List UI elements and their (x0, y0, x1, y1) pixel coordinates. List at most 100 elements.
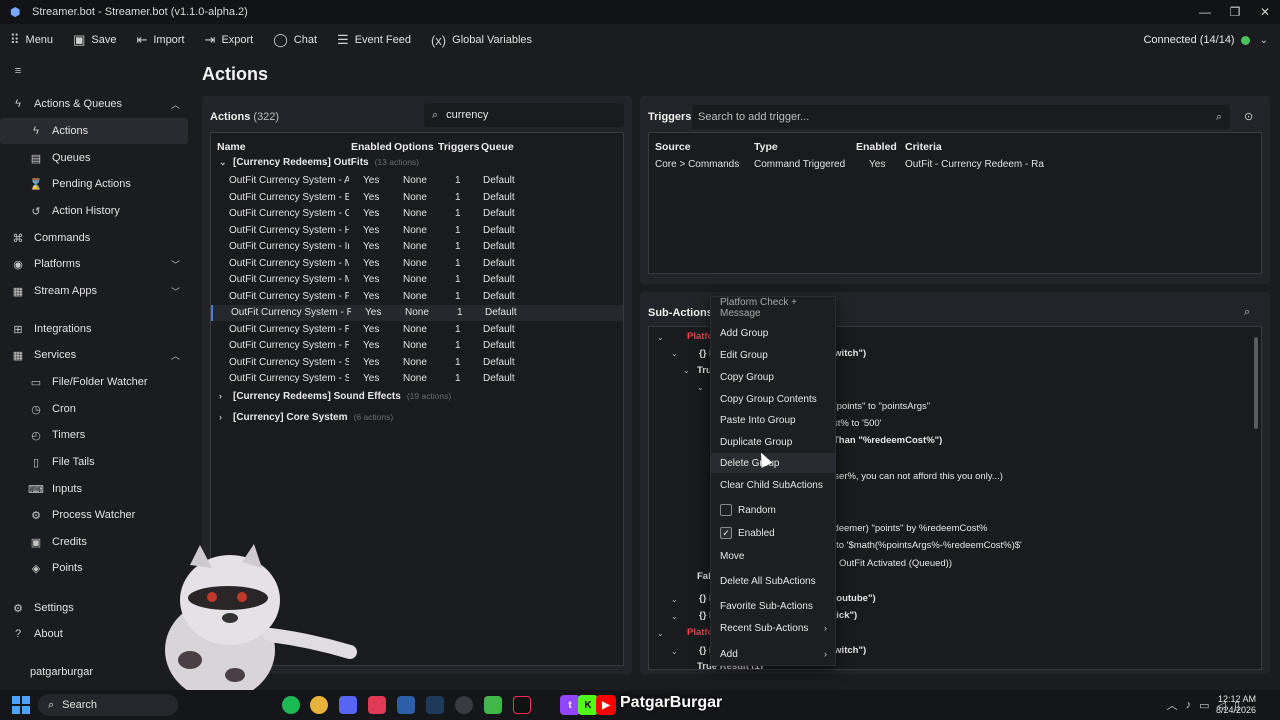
sidebar-item-stream-apps[interactable]: ▦ Stream Apps ﹀ (0, 278, 188, 304)
sidebar-item-process-watcher[interactable]: ⚙ Process Watcher (0, 502, 188, 528)
subaction-node[interactable]: user%, you can not afford this you only.… (829, 471, 1003, 482)
global-variables-button[interactable]: (x) Global Variables (421, 24, 542, 56)
sidebar-item-actions[interactable]: ϟ Actions (0, 118, 188, 144)
network-icon[interactable]: ▭ (1199, 699, 1209, 712)
maximize-button[interactable]: ❐ (1220, 0, 1250, 24)
table-row[interactable]: OutFit Currency System - Gl Yes None 1 Defau… (211, 206, 623, 222)
column-header-enabled[interactable]: Enabled (856, 141, 897, 153)
table-row[interactable]: OutFit Currency System - Sk Yes None 1 Defau… (211, 355, 623, 371)
sidebar-item-inputs[interactable]: ⌨ Inputs (0, 476, 188, 502)
subaction-node[interactable]: st% to '500' (833, 418, 882, 429)
chevron-down-icon[interactable]: ⌄ (671, 595, 678, 604)
sidebar-item-actions-queues[interactable]: ϟ Actions & Queues ︿ (0, 91, 188, 117)
sidebar-item-queues[interactable]: ▤ Queues (0, 145, 188, 171)
streamerbot-taskbar-icon[interactable] (397, 696, 415, 714)
sidebar-item-commands[interactable]: ⌘ Commands (0, 225, 188, 251)
table-row[interactable]: OutFit Currency System - Ba Yes None 1 Defau… (211, 190, 623, 206)
menu-item-move[interactable]: Move (711, 546, 835, 566)
chevron-down-icon[interactable]: ⌄ (657, 629, 664, 638)
menu-item-recent-subactions[interactable]: Recent Sub-Actions › (711, 618, 835, 638)
chevron-down-icon[interactable]: ⌄ (671, 612, 678, 621)
connection-status[interactable]: Connected (14/14) ⌄ (1143, 24, 1268, 56)
table-row[interactable]: OutFit Currency System - Ha Yes None 1 Defau… (211, 223, 623, 239)
menu-item-enabled[interactable]: ✓ Enabled (711, 523, 835, 543)
trigger-search[interactable]: ⌕ (692, 105, 1230, 129)
column-header-triggers[interactable]: Triggers (438, 141, 479, 153)
chevron-down-icon[interactable]: ⌄ (683, 366, 690, 375)
table-row[interactable]: OutFit Currency System - Ar Yes None 1 Defau… (211, 173, 623, 189)
enabled-checkbox[interactable]: ✓ (720, 527, 732, 539)
tiktok-icon[interactable] (513, 696, 531, 714)
import-button[interactable]: ⇤ Import (126, 24, 194, 56)
action-group[interactable]: ⌄ [Currency Redeems] OutFits (13 actions) (219, 154, 419, 170)
subaction-node[interactable]: youtube") (831, 593, 876, 604)
sidebar-item-cron[interactable]: ◷ Cron (0, 396, 188, 422)
scrollbar[interactable] (1254, 337, 1258, 429)
menu-item-duplicate-group[interactable]: Duplicate Group (711, 432, 835, 452)
subaction-node[interactable]: % to '$math(%pointsArgs%-%redeemCost%)$' (825, 540, 1022, 551)
action-group[interactable]: › [Currency Redeems] Sound Effects (19 act… (219, 388, 451, 404)
subaction-node[interactable]: twitch") (831, 645, 866, 656)
column-header-type[interactable]: Type (754, 141, 778, 153)
menu-item-delete-group[interactable]: Delete Group (711, 453, 835, 473)
action-group[interactable]: › [Currency] Core System (6 actions) (219, 409, 393, 425)
column-header-enabled[interactable]: Enabled (351, 141, 392, 153)
sidebar-collapse-button[interactable]: ≡ (0, 58, 40, 84)
user-name[interactable]: patgarburgar (30, 666, 93, 678)
menu-item-add[interactable]: Add › (711, 644, 835, 664)
menu-item-add-group[interactable]: Add Group (711, 323, 835, 343)
table-row[interactable]: OutFit Currency System - Ma Yes None 1 Defau… (211, 256, 623, 272)
column-header-name[interactable]: Name (217, 141, 246, 153)
column-header-queue[interactable]: Queue (481, 141, 514, 153)
chat-button[interactable]: ◯ Chat (263, 24, 327, 56)
app-icon[interactable] (484, 696, 502, 714)
visual-studio-icon[interactable] (426, 696, 444, 714)
microphone-icon[interactable]: ♪ (1186, 699, 1192, 711)
menu-item-copy-group-contents[interactable]: Copy Group Contents (711, 389, 835, 409)
app-icon[interactable] (368, 696, 386, 714)
spotify-icon[interactable] (282, 696, 300, 714)
subaction-node[interactable]: OutFit Activated (Queued)) (839, 558, 952, 569)
column-header-criteria[interactable]: Criteria (905, 141, 942, 153)
table-row[interactable]: OutFit Currency System - Po Yes None 1 Defau… (211, 289, 623, 305)
column-header-options[interactable]: Options (394, 141, 434, 153)
menu-item-random[interactable]: Random (711, 500, 835, 520)
random-checkbox[interactable] (720, 504, 732, 516)
table-row[interactable]: OutFit Currency System - Re Yes None 1 Defau… (211, 322, 623, 338)
actions-search-input[interactable] (446, 109, 624, 121)
menu-item-edit-group[interactable]: Edit Group (711, 345, 835, 365)
table-row[interactable]: OutFit Currency System - Ra Yes None 1 Defau… (211, 305, 623, 321)
taskbar-search[interactable]: ⌕ Search (38, 694, 178, 716)
settings-circle-icon[interactable]: ⊙ (1244, 110, 1253, 123)
menu-item-paste-into-group[interactable]: Paste Into Group (711, 410, 835, 430)
sidebar-item-integrations[interactable]: ⊞ Integrations (0, 316, 188, 342)
subaction-node[interactable]: twitch") (831, 348, 866, 359)
chevron-down-icon[interactable]: ⌄ (671, 647, 678, 656)
trigger-search-input[interactable] (698, 111, 1208, 123)
subaction-node[interactable]: Than "%redeemCost%") (833, 435, 942, 446)
sidebar-item-file-folder-watcher[interactable]: ▭ File/Folder Watcher (0, 369, 188, 395)
menu-item-clear-child-subactions[interactable]: Clear Child SubActions (711, 475, 835, 495)
sidebar-item-timers[interactable]: ◴ Timers (0, 422, 188, 448)
chevron-down-icon[interactable]: ⌄ (671, 349, 678, 358)
taskbar-clock[interactable]: 12:12 AM 8/24/2026 (1216, 694, 1256, 716)
export-button[interactable]: ⇥ Export (195, 24, 264, 56)
windows-start-button[interactable] (12, 696, 30, 714)
event-feed-button[interactable]: ☰ Event Feed (327, 24, 421, 56)
actions-search[interactable]: ⌕ (424, 103, 624, 127)
sidebar-item-services[interactable]: ▦ Services ︿ (0, 342, 188, 368)
save-button[interactable]: ▣ Save (63, 24, 126, 56)
table-row[interactable]: OutFit Currency System - Inv Yes None 1 Defa… (211, 239, 623, 255)
table-row[interactable]: OutFit Currency System - Re Yes None 1 Defau… (211, 338, 623, 354)
menu-item-copy-group[interactable]: Copy Group (711, 367, 835, 387)
menu-button[interactable]: ⠿ Menu (0, 24, 63, 56)
menu-item-favorite-subactions[interactable]: Favorite Sub-Actions (711, 596, 835, 616)
discord-icon[interactable] (339, 696, 357, 714)
menu-item-delete-all-subactions[interactable]: Delete All SubActions (711, 571, 835, 591)
search-icon[interactable]: ⌕ (1244, 306, 1250, 319)
chevron-up-icon[interactable]: ︿ (1167, 697, 1178, 713)
minimize-button[interactable]: — (1190, 0, 1220, 24)
sidebar-item-platforms[interactable]: ◉ Platforms ﹀ (0, 251, 188, 277)
column-header-source[interactable]: Source (655, 141, 691, 153)
obs-icon[interactable] (455, 696, 473, 714)
